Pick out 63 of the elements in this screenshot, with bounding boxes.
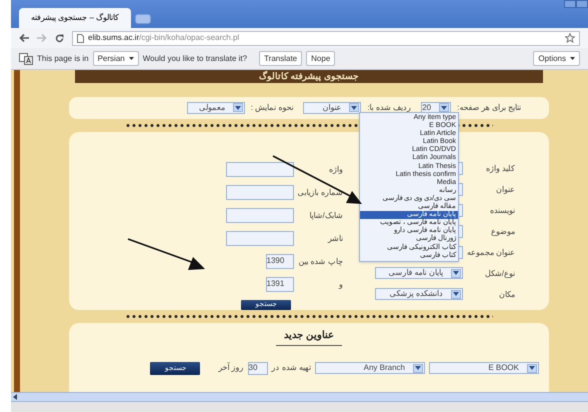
- address-bar[interactable]: elib.sums.ac.ir/cgi-bin/koha/opac-search.pl: [72, 30, 580, 46]
- dropdown-arrow-icon: [349, 103, 360, 112]
- days-field[interactable]: 30: [248, 362, 268, 375]
- new-tab-button[interactable]: [135, 14, 151, 24]
- option-select[interactable]: معمولی: [186, 102, 245, 114]
- option-select[interactable]: عنوان: [303, 102, 362, 114]
- nope-button[interactable]: Nope: [306, 51, 336, 66]
- field-label: نوع/شکل: [484, 268, 515, 280]
- dropdown-arrow-icon: [413, 364, 423, 373]
- translate-button[interactable]: Translate: [259, 51, 302, 66]
- minimize-button[interactable]: [564, 0, 576, 8]
- field-label: شماره بازیابی: [298, 186, 343, 199]
- input-field[interactable]: [226, 184, 294, 200]
- dropdown-arrow-icon: [527, 364, 537, 373]
- translate-icon: [19, 52, 33, 64]
- page-icon: [77, 34, 84, 42]
- branch-select[interactable]: Any Branch: [315, 362, 425, 374]
- caret-icon: [570, 57, 575, 60]
- input-field[interactable]: [226, 230, 294, 246]
- field-label: شابک/شاپا: [310, 210, 343, 222]
- item-type-select[interactable]: E BOOK: [429, 362, 539, 374]
- translate-question: Would you like to translate it?: [142, 52, 248, 64]
- back-icon[interactable]: [19, 34, 29, 42]
- horizontal-scrollbar[interactable]: [11, 392, 588, 402]
- days-label: تهیه شده در: [272, 362, 311, 374]
- section-heading: عناوین جدید: [276, 328, 342, 346]
- field-label: عنوان: [496, 184, 515, 196]
- field-label: چاپ شده بین: [298, 256, 343, 268]
- field-label: مکان: [499, 288, 515, 301]
- scroll-left-icon[interactable]: [13, 394, 17, 400]
- options-button[interactable]: Options: [533, 51, 580, 66]
- language-select[interactable]: Persian: [92, 51, 139, 66]
- field-label: عنوان مجموعه: [466, 246, 515, 259]
- translate-prompt: This page is in: [37, 52, 89, 64]
- days-label: روز آخر: [218, 362, 244, 374]
- dropdown-arrow-icon: [232, 103, 243, 112]
- filter-select[interactable]: پایان نامه فارسی: [374, 267, 463, 280]
- tab-title: کاتالوگ – جستجوی پیشرفته: [31, 12, 120, 24]
- option-label: نتایج برای هر صفحه:: [457, 102, 521, 114]
- dropdown-arrow-icon: [450, 290, 461, 299]
- field-label: ناشر: [328, 232, 343, 245]
- dropdown-arrow-icon: [450, 268, 461, 278]
- page-banner: جستجوی پیشرفته کاتالوگ: [75, 70, 543, 83]
- browser-tab[interactable]: کاتالوگ – جستجوی پیشرفته: [19, 8, 131, 28]
- forward-icon[interactable]: [37, 34, 47, 42]
- url-text: elib.sums.ac.ir/cgi-bin/koha/opac-search.pl: [88, 32, 240, 44]
- option-select[interactable]: 20: [421, 102, 452, 114]
- field-label: نویسنده: [490, 204, 515, 217]
- filter-select[interactable]: دانشکده پزشکی: [374, 288, 463, 300]
- field-label: موضوع: [491, 226, 515, 238]
- maximize-button[interactable]: [576, 0, 588, 8]
- year-field[interactable]: 1391: [266, 276, 294, 292]
- field-label: و: [338, 278, 343, 291]
- year-field[interactable]: 1390: [266, 254, 294, 269]
- caret-icon: [128, 57, 134, 60]
- field-label: کلید واژه: [486, 162, 515, 175]
- input-field[interactable]: [226, 208, 294, 223]
- field-label: واژه: [328, 164, 343, 176]
- option-label: ردیف شده با:: [367, 102, 412, 114]
- input-field[interactable]: [226, 162, 294, 177]
- star-icon[interactable]: [565, 33, 575, 43]
- option-label: نحوه نمایش :: [250, 102, 294, 114]
- reload-icon[interactable]: [55, 34, 64, 42]
